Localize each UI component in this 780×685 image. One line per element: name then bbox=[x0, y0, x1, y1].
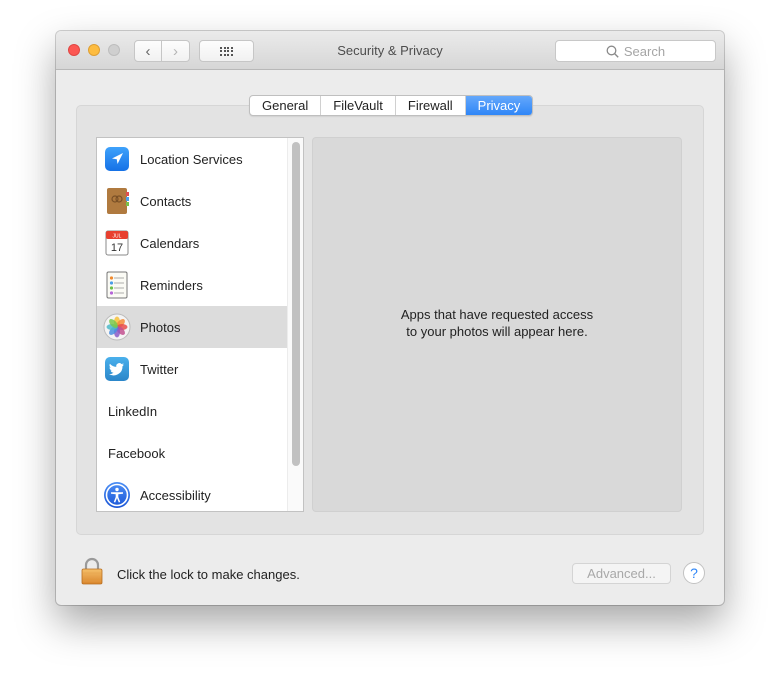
list-item-accessibility[interactable]: Accessibility bbox=[97, 474, 303, 511]
detail-panel: Apps that have requested access to your … bbox=[312, 137, 682, 512]
tab-bar: General FileVault Firewall Privacy bbox=[249, 95, 534, 116]
list-item-calendars[interactable]: JUL 17 Calendars bbox=[97, 222, 303, 264]
title-bar: ‹ › Security & Privacy Search bbox=[56, 31, 724, 70]
accessibility-icon bbox=[104, 482, 130, 508]
photos-icon bbox=[103, 313, 131, 341]
reminders-icon bbox=[106, 271, 128, 299]
search-placeholder: Search bbox=[623, 43, 666, 59]
list-item-label: Facebook bbox=[108, 445, 166, 461]
list-item-label: LinkedIn bbox=[108, 403, 158, 419]
list-item-label: Twitter bbox=[140, 361, 179, 377]
list-item-label: Location Services bbox=[140, 151, 243, 167]
advanced-button[interactable]: Advanced... bbox=[572, 563, 671, 584]
list-item-label: Calendars bbox=[140, 235, 200, 251]
list-item-label: Reminders bbox=[140, 277, 203, 293]
tab-privacy[interactable]: Privacy bbox=[465, 96, 533, 115]
list-item-reminders[interactable]: Reminders bbox=[97, 264, 303, 306]
privacy-services-list: Location Services Contacts JUL 17 Calend… bbox=[96, 137, 304, 512]
lock-status-text: Click the lock to make changes. bbox=[117, 567, 300, 582]
list-item-linkedin[interactable]: LinkedIn bbox=[97, 390, 303, 432]
tab-filevault[interactable]: FileVault bbox=[321, 96, 396, 115]
search-icon bbox=[606, 45, 619, 58]
list-item-location-services[interactable]: Location Services bbox=[97, 138, 303, 180]
tab-firewall[interactable]: Firewall bbox=[396, 96, 466, 115]
tab-general[interactable]: General bbox=[250, 96, 322, 115]
search-field[interactable]: Search bbox=[555, 40, 716, 62]
calendar-icon: JUL 17 bbox=[105, 230, 129, 256]
lock-icon[interactable] bbox=[80, 557, 104, 585]
location-arrow-icon bbox=[105, 147, 129, 171]
list-item-label: Photos bbox=[140, 319, 181, 335]
empty-state-message: Apps that have requested access to your … bbox=[313, 306, 681, 340]
list-item-facebook[interactable]: Facebook bbox=[97, 432, 303, 474]
contacts-book-icon bbox=[107, 188, 129, 214]
list-item-twitter[interactable]: Twitter bbox=[97, 348, 303, 390]
list-item-label: Contacts bbox=[140, 193, 192, 209]
calendar-day-text: 17 bbox=[111, 242, 123, 254]
calendar-month-text: JUL bbox=[113, 234, 122, 240]
list-item-label: Accessibility bbox=[140, 487, 211, 503]
help-button[interactable]: ? bbox=[683, 562, 705, 584]
scrollbar-thumb[interactable] bbox=[292, 142, 300, 466]
empty-state-line-1: Apps that have requested access bbox=[400, 307, 594, 322]
empty-state-line-2: to your photos will appear here. bbox=[406, 324, 588, 339]
list-scrollbar[interactable] bbox=[287, 138, 303, 511]
help-icon: ? bbox=[690, 565, 698, 581]
security-privacy-window: ‹ › Security & Privacy Search General Fi… bbox=[56, 31, 724, 605]
twitter-icon bbox=[105, 357, 129, 381]
list-item-photos[interactable]: Photos bbox=[97, 306, 303, 348]
list-item-contacts[interactable]: Contacts bbox=[97, 180, 303, 222]
